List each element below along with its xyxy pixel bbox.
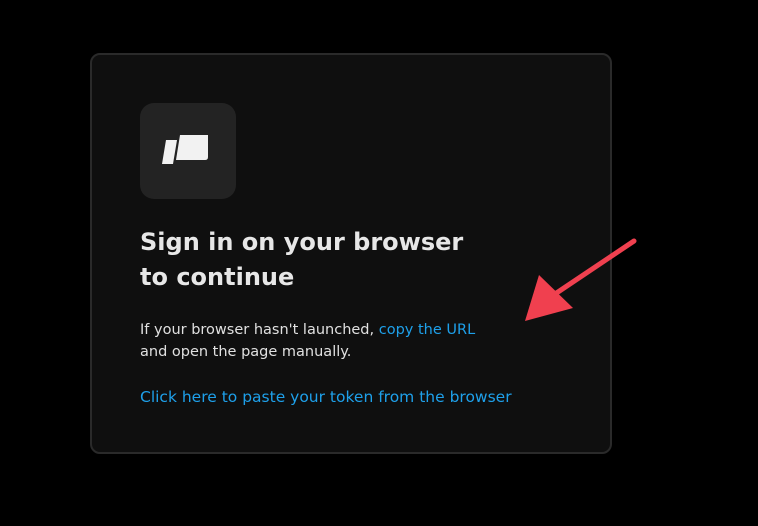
instructions-text: If your browser hasn't launched, copy th… bbox=[140, 319, 580, 363]
page-background: Sign in on your browser to continue If y… bbox=[0, 0, 758, 526]
app-logo-tile bbox=[140, 103, 236, 199]
copy-url-link[interactable]: copy the URL bbox=[379, 322, 475, 338]
instructions-prefix: If your browser hasn't launched, bbox=[140, 322, 379, 338]
title-line-2: to continue bbox=[140, 263, 295, 291]
title-line-1: Sign in on your browser bbox=[140, 228, 464, 256]
paste-token-link[interactable]: Click here to paste your token from the … bbox=[140, 386, 512, 408]
page-title: Sign in on your browser to continue bbox=[140, 225, 540, 295]
red-arrow-annotation bbox=[525, 238, 637, 321]
app-logo-icon bbox=[162, 135, 208, 164]
instructions-suffix: and open the page manually. bbox=[140, 344, 352, 360]
